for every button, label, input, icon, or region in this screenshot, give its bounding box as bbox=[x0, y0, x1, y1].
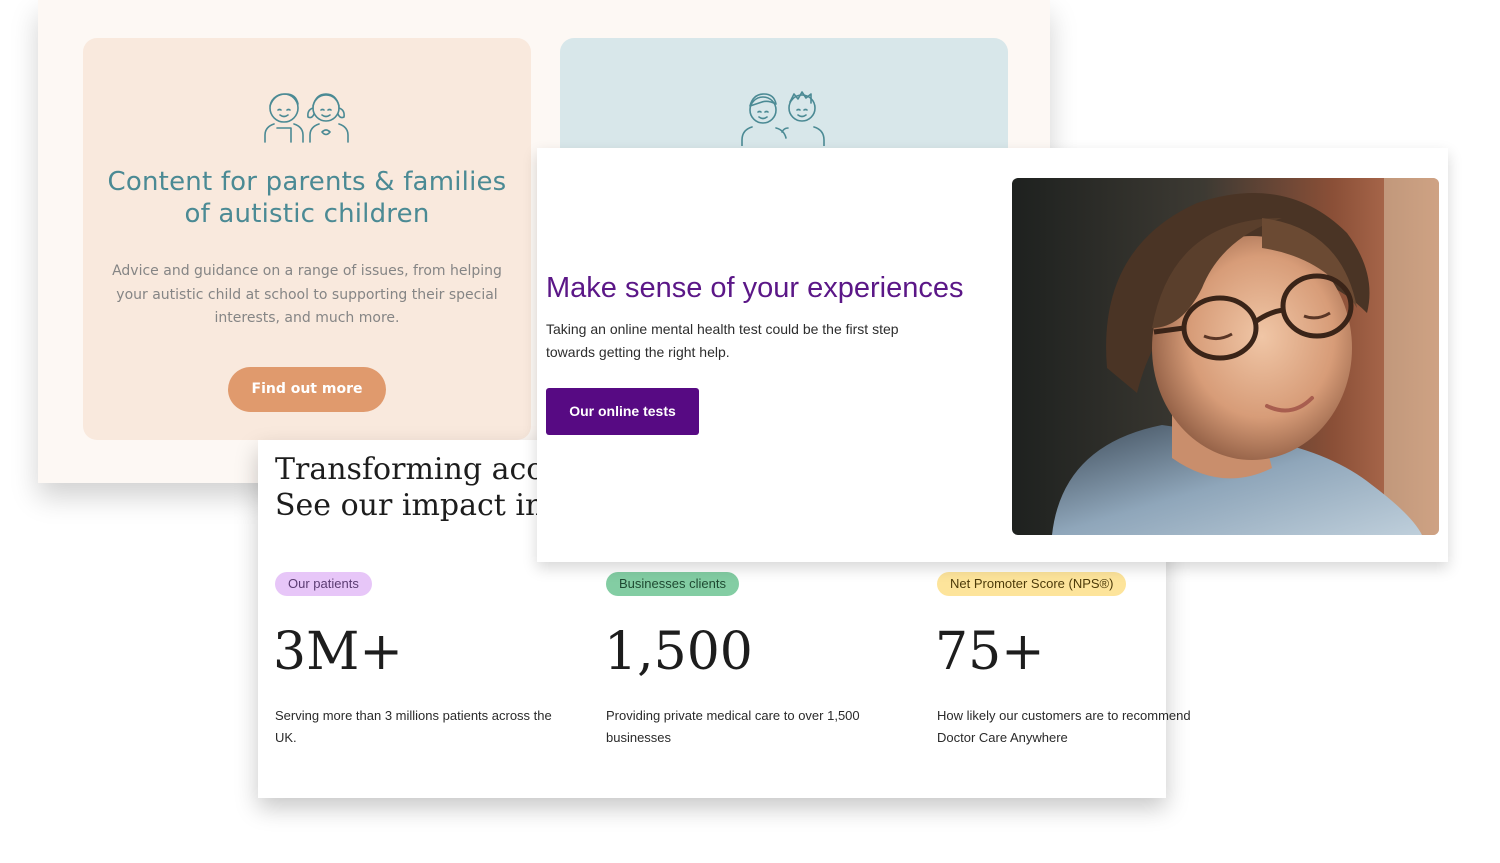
nps-value: 75+ bbox=[935, 622, 1045, 682]
two-people-icon bbox=[738, 88, 830, 151]
stat-patients: Our patients 3M+ Serving more than 3 mil… bbox=[273, 572, 585, 745]
patients-description: Serving more than 3 millions patients ac… bbox=[275, 708, 552, 745]
children-icon bbox=[261, 88, 353, 149]
parents-families-card: Content for parents & families of autist… bbox=[83, 38, 531, 440]
mental-health-panel: Make sense of your experiences Taking an… bbox=[537, 148, 1448, 562]
mental-health-title: Make sense of your experiences bbox=[546, 272, 964, 304]
stat-nps: Net Promoter Score (NPS®) 75+ How likely… bbox=[935, 572, 1247, 745]
online-tests-button[interactable]: Our online tests bbox=[546, 388, 699, 435]
mental-health-text: Taking an online mental health test coul… bbox=[546, 321, 899, 360]
patients-badge: Our patients bbox=[275, 572, 372, 596]
patients-value: 3M+ bbox=[273, 622, 403, 682]
nps-badge: Net Promoter Score (NPS®) bbox=[937, 572, 1127, 596]
smiling-woman-with-glasses-photo bbox=[1012, 178, 1439, 535]
business-clients-badge: Businesses clients bbox=[606, 572, 739, 596]
business-clients-description: Providing private medical care to over 1… bbox=[606, 708, 860, 745]
stat-business-clients: Businesses clients 1,500 Providing priva… bbox=[604, 572, 916, 745]
nps-description: How likely our customers are to recommen… bbox=[937, 708, 1191, 745]
find-out-more-button[interactable]: Find out more bbox=[228, 367, 386, 412]
business-clients-value: 1,500 bbox=[604, 622, 753, 682]
parents-card-title: Content for parents & families of autist… bbox=[107, 167, 507, 229]
parents-card-description: Advice and guidance on a range of issues… bbox=[112, 263, 502, 326]
